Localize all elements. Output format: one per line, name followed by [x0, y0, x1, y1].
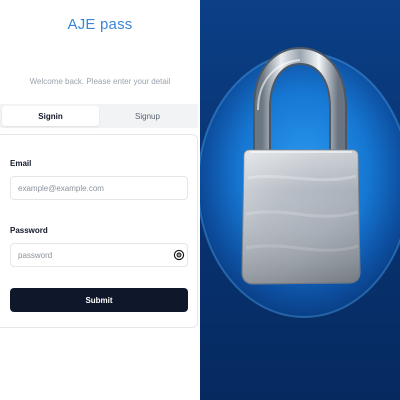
- login-panel: AJE pass Welcome back. Please enter your…: [0, 0, 200, 400]
- password-label: Password: [10, 226, 48, 235]
- password-input[interactable]: [10, 243, 188, 267]
- email-label: Email: [10, 159, 32, 168]
- hero-panel: [200, 0, 400, 400]
- padlock-illustration: [200, 46, 400, 318]
- tab-signup[interactable]: Signup: [99, 106, 196, 126]
- submit-button[interactable]: Submit: [10, 288, 188, 312]
- eye-icon[interactable]: [173, 249, 185, 261]
- auth-tabs: Signin Signup: [0, 104, 198, 128]
- welcome-subtitle: Welcome back. Please enter your detail: [29, 77, 171, 86]
- tab-signin[interactable]: Signin: [2, 106, 99, 126]
- email-input[interactable]: [10, 176, 188, 200]
- app-title: AJE pass: [67, 16, 133, 33]
